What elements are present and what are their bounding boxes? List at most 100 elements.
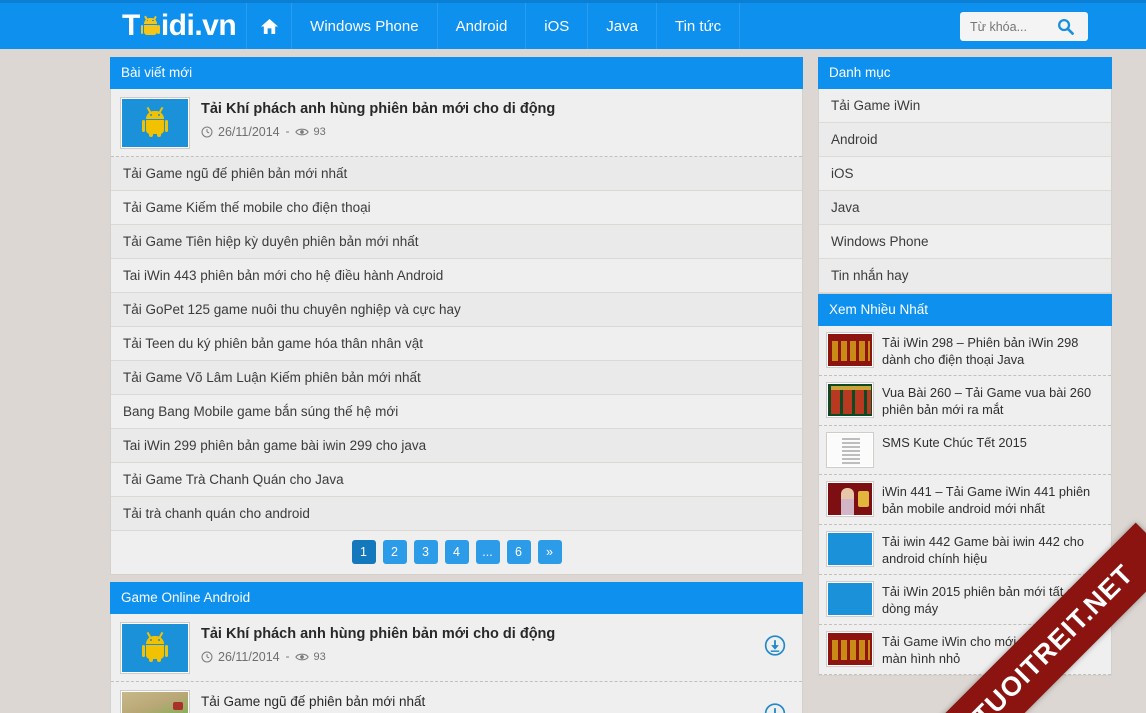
list-item-title: Tải iWin 298 – Phiên bản iWin 298 dành c… bbox=[882, 335, 1079, 367]
list-item[interactable]: Tải iwin 442 Game bài iwin 442 cho andro… bbox=[819, 525, 1111, 575]
logo-prefix: T bbox=[122, 9, 140, 42]
list-item[interactable]: iWin 441 – Tải Game iWin 441 phiên bản m… bbox=[819, 475, 1111, 525]
sidebar-item-ios[interactable]: iOS bbox=[819, 157, 1111, 191]
article-meta: 26/11/2014 - 93 bbox=[201, 650, 555, 664]
featured-article-meta: 26/11/2014 - 93 bbox=[201, 125, 555, 139]
list-item-title: Tải iwin 442 Game bài iwin 442 cho andro… bbox=[882, 534, 1085, 566]
list-item[interactable]: Vua Bài 260 – Tải Game vua bài 260 phiên… bbox=[819, 376, 1111, 426]
android-robot-thumb bbox=[120, 97, 190, 149]
list-item-title: Vua Bài 260 – Tải Game vua bài 260 phiên… bbox=[882, 385, 1092, 417]
featured-article-text: Tải Khí phách anh hùng phiên bản mới cho… bbox=[189, 98, 555, 139]
list-item[interactable]: SMS Kute Chúc Tết 2015 bbox=[819, 426, 1111, 475]
list-item[interactable]: Tải trà chanh quán cho android bbox=[111, 497, 802, 531]
list-item-title: SMS Kute Chúc Tết 2015 bbox=[882, 435, 1027, 450]
sidebar-item-java[interactable]: Java bbox=[819, 191, 1111, 225]
android-robot-thumb bbox=[826, 581, 874, 617]
white-text-thumb bbox=[826, 432, 874, 468]
pagination-page-3[interactable]: 3 bbox=[413, 540, 438, 564]
sidebar-item-android[interactable]: Android bbox=[819, 123, 1111, 157]
nav-label: Android bbox=[455, 17, 508, 35]
pagination-page-1[interactable]: 1 bbox=[351, 540, 376, 564]
list-item[interactable]: Tải Game Võ Lâm Luận Kiếm phiên bản mới … bbox=[111, 361, 802, 395]
list-item[interactable]: Tai iWin 299 phiên bản game bài iwin 299… bbox=[111, 429, 802, 463]
list-item[interactable]: Tải Game iWin cho mới nhất cho cả màn hì… bbox=[819, 625, 1111, 675]
list-item-title: Tải iWin 2015 phiên bản mới tất cả dòng … bbox=[882, 584, 1081, 616]
nav-item-windows-phone[interactable]: Windows Phone bbox=[292, 3, 438, 49]
list-item[interactable]: Tải iWin 2015 phiên bản mới tất cả dòng … bbox=[819, 575, 1111, 625]
nav-label: Tin tức bbox=[674, 17, 722, 35]
categories-heading: Danh mục bbox=[818, 57, 1112, 89]
nav-item-ios[interactable]: iOS bbox=[526, 3, 589, 49]
latest-posts-panel: Bài viết mới Tải Khí phách anh hùng phiê… bbox=[110, 57, 803, 575]
article-date: 26/11/2014 bbox=[218, 650, 280, 664]
list-item[interactable]: Tai iWin 443 phiên bản mới cho hệ điều h… bbox=[111, 259, 802, 293]
clock-icon bbox=[201, 126, 213, 138]
android-robot-thumb bbox=[120, 622, 190, 674]
article-date: 26/11/2014 bbox=[218, 125, 280, 139]
nav-label: iOS bbox=[544, 17, 570, 35]
most-viewed-heading: Xem Nhiều Nhất bbox=[818, 294, 1112, 326]
list-item[interactable]: Tải GoPet 125 game nuôi thu chuyên nghiệ… bbox=[111, 293, 802, 327]
site-logo[interactable]: T idi.vn bbox=[110, 3, 246, 49]
nav-label: Windows Phone bbox=[310, 17, 419, 35]
pagination: 1 2 3 4 ... 6 » bbox=[111, 531, 802, 574]
pagination-page-2[interactable]: 2 bbox=[382, 540, 407, 564]
article-text: Tải Game ngũ đế phiên bản mới nhất 26/11… bbox=[189, 691, 425, 713]
article-view-count: 93 bbox=[313, 126, 326, 138]
categories-panel: Danh mục Tải Game iWin Android iOS Java … bbox=[818, 57, 1112, 294]
nav-item-android[interactable]: Android bbox=[438, 3, 527, 49]
article-title[interactable]: Tải Khí phách anh hùng phiên bản mới cho… bbox=[201, 625, 555, 643]
download-circle-icon[interactable] bbox=[764, 702, 786, 713]
list-item[interactable]: Tải iWin 298 – Phiên bản iWin 298 dành c… bbox=[819, 326, 1111, 376]
game-online-android-body: Tải Khí phách anh hùng phiên bản mới cho… bbox=[110, 614, 803, 713]
search-box[interactable] bbox=[960, 12, 1088, 41]
red-card-game-thumb bbox=[826, 631, 874, 667]
sidebar-item-tai-game-iwin[interactable]: Tải Game iWin bbox=[819, 89, 1111, 123]
article-row[interactable]: Tải Game ngũ đế phiên bản mới nhất 26/11… bbox=[111, 682, 802, 713]
eye-icon bbox=[295, 128, 310, 136]
list-item-title: iWin 441 – Tải Game iWin 441 phiên bản m… bbox=[882, 484, 1091, 516]
pagination-page-6[interactable]: 6 bbox=[506, 540, 531, 564]
nav-home-button[interactable] bbox=[246, 3, 293, 49]
nav-inner: T idi.vn Windows Phone Android iOS Java … bbox=[110, 3, 1146, 49]
article-view-count: 93 bbox=[313, 651, 326, 663]
list-item[interactable]: Bang Bang Mobile game bắn súng thế hệ mớ… bbox=[111, 395, 802, 429]
latest-posts-heading: Bài viết mới bbox=[110, 57, 803, 89]
categories-body: Tải Game iWin Android iOS Java Windows P… bbox=[818, 89, 1112, 294]
article-row[interactable]: Tải Khí phách anh hùng phiên bản mới cho… bbox=[111, 614, 802, 682]
list-item[interactable]: Tải Teen du ký phiên bản game hóa thân n… bbox=[111, 327, 802, 361]
pagination-ellipsis[interactable]: ... bbox=[475, 540, 500, 564]
search-input[interactable] bbox=[960, 19, 1052, 34]
game-online-android-heading: Game Online Android bbox=[110, 582, 803, 614]
logo-suffix: idi.vn bbox=[160, 9, 237, 42]
featured-article[interactable]: Tải Khí phách anh hùng phiên bản mới cho… bbox=[111, 89, 802, 157]
latest-posts-body: Tải Khí phách anh hùng phiên bản mới cho… bbox=[110, 89, 803, 575]
nav-item-tin-tuc[interactable]: Tin tức bbox=[657, 3, 741, 49]
sidebar-item-windows-phone[interactable]: Windows Phone bbox=[819, 225, 1111, 259]
search-icon[interactable] bbox=[1052, 18, 1078, 35]
list-item[interactable]: Tải Game Trà Chanh Quán cho Java bbox=[111, 463, 802, 497]
eye-icon bbox=[295, 653, 310, 661]
list-item[interactable]: Tải Game Tiên hiệp kỳ duyên phiên bản mớ… bbox=[111, 225, 802, 259]
list-item[interactable]: Tải Game Kiếm thế mobile cho điện thoại bbox=[111, 191, 802, 225]
android-robot-thumb bbox=[826, 531, 874, 567]
article-title[interactable]: Tải Game ngũ đế phiên bản mới nhất bbox=[201, 693, 425, 711]
sidebar: Danh mục Tải Game iWin Android iOS Java … bbox=[818, 57, 1112, 676]
download-circle-icon[interactable] bbox=[764, 634, 786, 661]
red-card-game-thumb bbox=[826, 332, 874, 368]
list-item-title: Tải Game iWin cho mới nhất cho cả màn hì… bbox=[882, 634, 1086, 666]
sidebar-item-tin-nhan-hay[interactable]: Tin nhắn hay bbox=[819, 259, 1111, 293]
home-icon bbox=[260, 18, 278, 34]
featured-article-title[interactable]: Tải Khí phách anh hùng phiên bản mới cho… bbox=[201, 100, 555, 118]
android-robot-icon bbox=[140, 15, 160, 37]
red-girl-poster-thumb bbox=[826, 481, 874, 517]
clock-icon bbox=[201, 651, 213, 663]
game-online-android-panel: Game Online Android Tải Khí phách anh hù… bbox=[110, 582, 803, 713]
list-item[interactable]: Tải Game ngũ đế phiên bản mới nhất bbox=[111, 157, 802, 191]
pagination-page-4[interactable]: 4 bbox=[444, 540, 469, 564]
game-screenshot-thumb bbox=[120, 690, 190, 713]
pagination-next[interactable]: » bbox=[537, 540, 562, 564]
nav-item-java[interactable]: Java bbox=[588, 3, 657, 49]
most-viewed-body: Tải iWin 298 – Phiên bản iWin 298 dành c… bbox=[818, 326, 1112, 676]
